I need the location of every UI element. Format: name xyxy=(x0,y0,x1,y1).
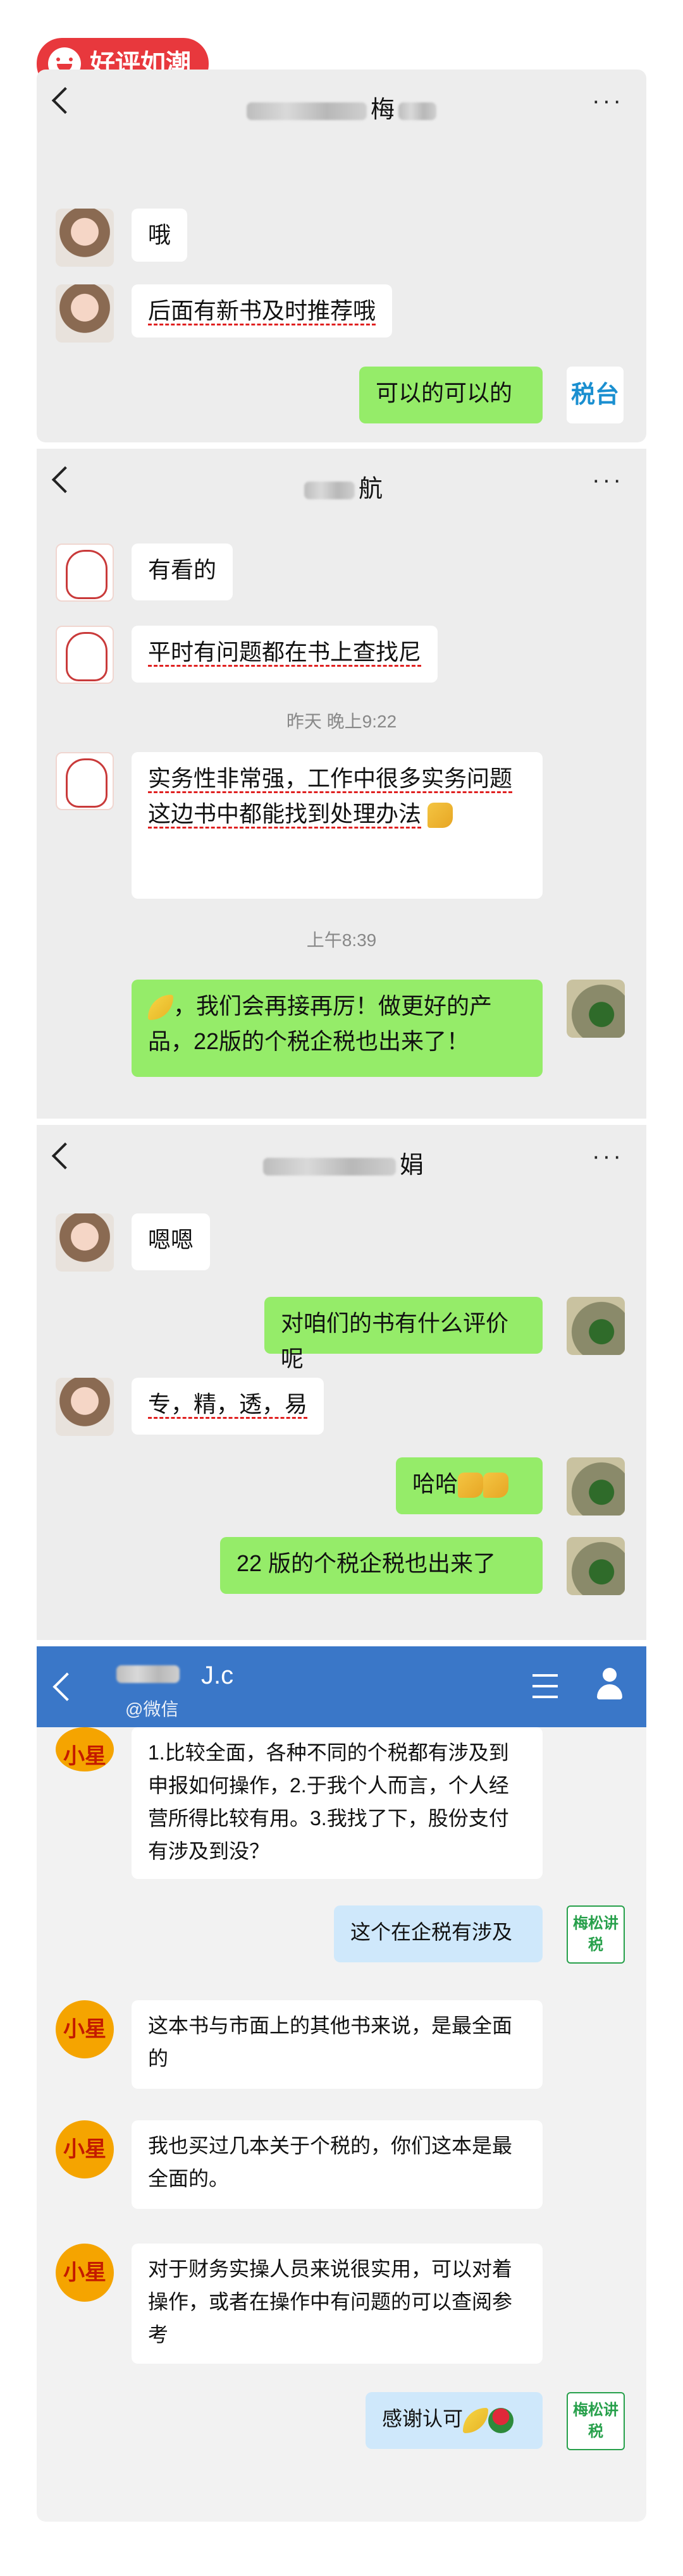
avatar[interactable] xyxy=(56,209,114,267)
timestamp: 上午8:39 xyxy=(306,930,377,950)
avatar[interactable]: 小星 xyxy=(56,2120,114,2178)
menu-icon[interactable] xyxy=(532,1674,558,1698)
message-bubble: 平时有问题都在书上查找尼 xyxy=(132,626,438,683)
chat-title: 航 xyxy=(37,469,646,504)
message-bubble: 可以的可以的 xyxy=(359,367,543,423)
message-bubble: 专，精，透，易 xyxy=(132,1378,324,1435)
chat-header: 梅 ··· xyxy=(37,70,646,139)
arrow-left-icon[interactable] xyxy=(52,1672,82,1701)
message-bubble: 这本书与市面上的其他书来说，是最全面的 xyxy=(132,2000,543,2089)
avatar[interactable] xyxy=(567,1297,625,1355)
avatar[interactable] xyxy=(56,1378,114,1436)
chat-screenshot-3: 娟 ··· 嗯嗯 对咱们的书有什么评价呢 专，精，透，易 哈哈 22 版的个税企… xyxy=(37,1125,646,1640)
avatar[interactable] xyxy=(56,752,114,810)
avatar[interactable]: 小星 xyxy=(56,1727,114,1771)
chat-screenshot-1: 梅 ··· 哦 后面有新书及时推荐哦 可以的可以的 税台 xyxy=(37,70,646,442)
qq-header: J.c @微信 xyxy=(37,1646,646,1727)
handshake-emoji xyxy=(463,2407,489,2433)
avatar[interactable]: 小星 xyxy=(56,2244,114,2302)
message-bubble: 我也买过几本关于个税的，你们这本是最全面的。 xyxy=(132,2120,543,2209)
message-bubble: 22 版的个税企税也出来了 xyxy=(220,1537,543,1594)
message-bubble: 感谢认可 xyxy=(366,2392,543,2449)
avatar[interactable] xyxy=(56,544,114,602)
more-dots-icon[interactable]: ··· xyxy=(592,1145,624,1169)
thumbs-up-emoji xyxy=(458,1473,484,1498)
chat-header: 娟 ··· xyxy=(37,1125,646,1194)
message-bubble: 对于财务实操人员来说很实用，可以对着操作，或者在操作中有问题的可以查阅参考 xyxy=(132,2244,543,2364)
tax-logo: 税台 xyxy=(567,367,624,423)
message-bubble: 对咱们的书有什么评价呢 xyxy=(264,1297,543,1371)
avatar[interactable] xyxy=(567,1537,625,1595)
rose-emoji xyxy=(488,2407,514,2433)
chat-title: 娟 xyxy=(37,1145,646,1180)
avatar[interactable] xyxy=(56,284,114,343)
avatar[interactable] xyxy=(56,1213,114,1272)
brand-stamp: 梅松讲税 xyxy=(567,1905,625,1964)
message-bubble: 哈哈 xyxy=(396,1457,543,1514)
thumbs-up-emoji xyxy=(428,803,453,829)
contact-subtitle: @微信 xyxy=(125,1699,179,1719)
chat-screenshot-2: 航 ··· 有看的 平时有问题都在书上查找尼 昨天 晚上9:22 实务性非常强，… xyxy=(37,449,646,1119)
avatar[interactable] xyxy=(567,1457,625,1516)
handshake-emoji xyxy=(148,995,173,1021)
chat-screenshot-4: J.c @微信 小星 1.比较全面，各种不同的个税都有涉及到申报如何操作，2.于… xyxy=(37,1646,646,2522)
message-bubble: 哦 xyxy=(132,209,188,262)
more-dots-icon[interactable]: ··· xyxy=(592,89,624,113)
chat-header: 航 ··· xyxy=(37,449,646,518)
avatar[interactable] xyxy=(567,980,625,1038)
timestamp: 昨天 晚上9:22 xyxy=(286,712,397,731)
avatar[interactable] xyxy=(56,626,114,684)
chat-title: 梅 xyxy=(37,90,646,125)
contact-name: J.c xyxy=(201,1662,234,1689)
message-bubble: 实务性非常强，工作中很多实务问题这边书中都能找到处理办法 xyxy=(132,752,543,899)
avatar[interactable]: 小星 xyxy=(56,2000,114,2058)
thumbs-up-emoji xyxy=(483,1473,509,1498)
message-bubble: 这个在企税有涉及 xyxy=(334,1905,543,1962)
user-icon[interactable] xyxy=(596,1668,624,1703)
more-dots-icon[interactable]: ··· xyxy=(592,468,624,492)
message-bubble: ，我们会再接再厉！做更好的产品，22版的个税企税也出来了！ xyxy=(132,980,543,1077)
message-bubble: 嗯嗯 xyxy=(132,1213,211,1270)
message-bubble: 1.比较全面，各种不同的个税都有涉及到申报如何操作，2.于我个人而言，个人经营所… xyxy=(132,1727,543,1879)
message-bubble: 后面有新书及时推荐哦 xyxy=(132,284,393,337)
message-bubble: 有看的 xyxy=(132,544,233,600)
brand-stamp: 梅松讲税 xyxy=(567,2392,625,2450)
